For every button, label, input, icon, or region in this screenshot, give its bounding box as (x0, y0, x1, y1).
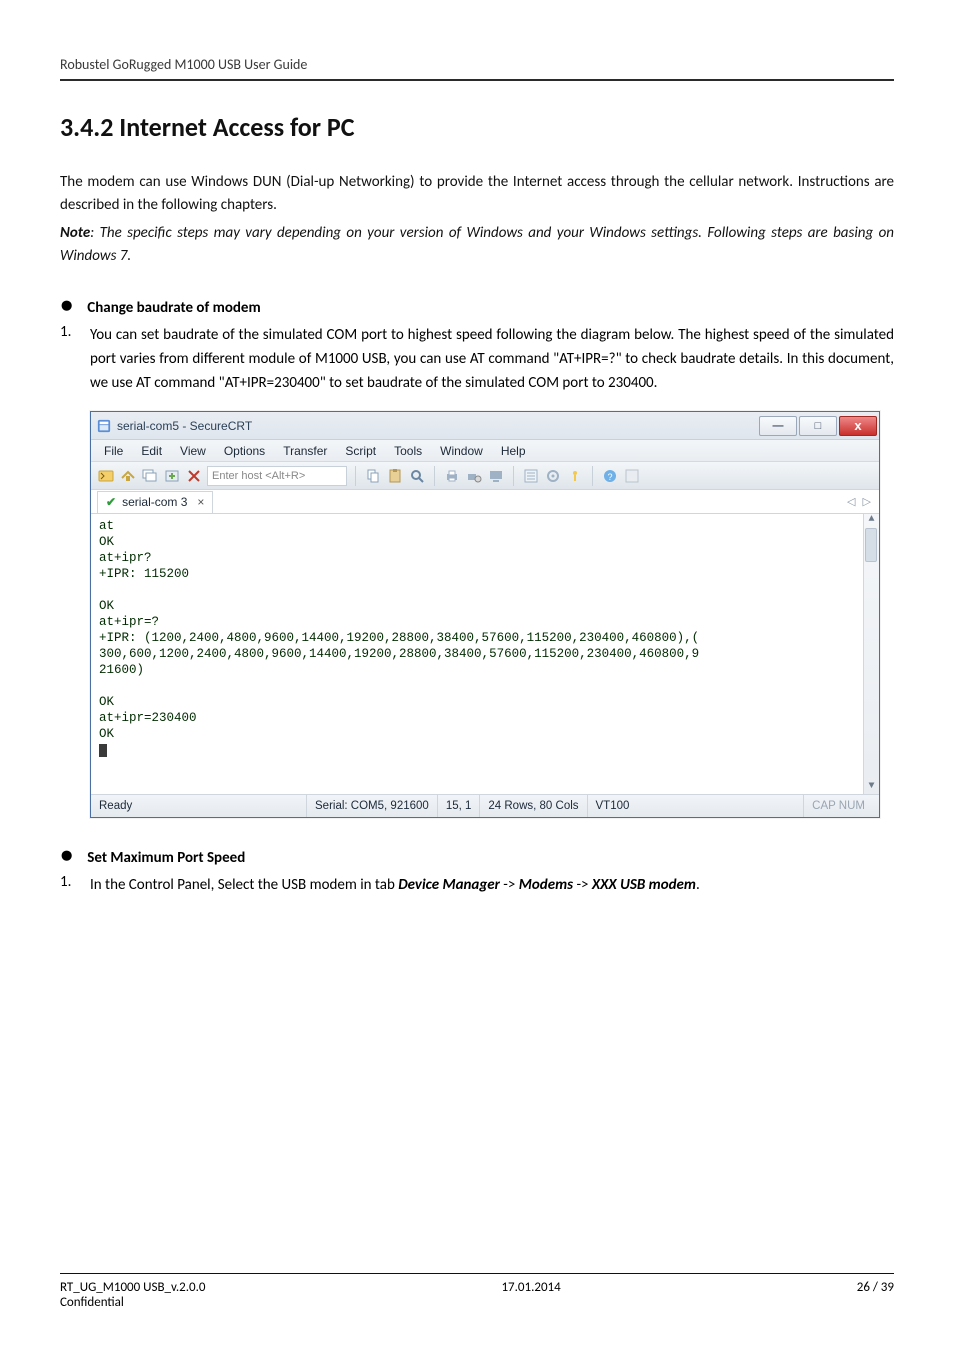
tab-row: ✔ serial-com 3 × ◁ ▷ (91, 490, 879, 514)
note-label: Note (60, 224, 90, 242)
section-heading: 3.4.2 Internet Access for PC (60, 111, 894, 143)
list-number: 1. (60, 873, 78, 891)
menu-tools[interactable]: Tools (385, 442, 431, 460)
scrollbar[interactable]: ▲ ▼ (863, 514, 879, 794)
status-indicators: CAP NUM (803, 795, 873, 817)
status-ready: Ready (97, 795, 140, 817)
menu-transfer[interactable]: Transfer (274, 442, 336, 460)
window-title: serial-com5 - SecureCRT (117, 419, 252, 433)
tab-label: serial-com 3 (122, 495, 187, 509)
toolbar-separator (513, 466, 514, 486)
menu-options[interactable]: Options (215, 442, 274, 460)
note-text: : The specific steps may vary depending … (60, 224, 894, 265)
footer-confidential: Confidential (60, 1295, 205, 1310)
scroll-thumb[interactable] (865, 528, 877, 562)
page-footer: RT_UG_M1000 USB_v.2.0.0 Confidential 17.… (60, 1273, 894, 1310)
close-button[interactable]: x (839, 416, 877, 436)
terminal-cursor (99, 744, 107, 757)
step-1-text: You can set baudrate of the simulated CO… (90, 323, 894, 395)
status-bar: Ready Serial: COM5, 921600 15, 1 24 Rows… (91, 795, 879, 817)
disconnect-icon[interactable] (185, 467, 203, 485)
print-screen-icon[interactable] (487, 467, 505, 485)
print-icon[interactable] (443, 467, 461, 485)
minimize-button[interactable]: — (759, 416, 797, 436)
toolbar: Enter host <Alt+R> ? (91, 462, 879, 490)
connect-icon[interactable] (119, 467, 137, 485)
toolbar-separator (592, 466, 593, 486)
menu-script[interactable]: Script (336, 442, 385, 460)
terminal-output[interactable]: at OK at+ipr? +IPR: 115200 OK at+ipr=? +… (91, 514, 879, 795)
list-number: 1. (60, 323, 78, 341)
note-paragraph: Note: The specific steps may vary depend… (60, 222, 894, 269)
about-icon[interactable] (623, 467, 641, 485)
app-icon (97, 419, 111, 433)
step2-period: . (696, 876, 700, 894)
tab-close-icon[interactable]: × (197, 495, 204, 509)
tab-scroll-arrows[interactable]: ◁ ▷ (847, 495, 873, 508)
scroll-down-icon[interactable]: ▼ (868, 781, 874, 794)
bullet-1-title: Change baudrate of modem (87, 299, 260, 317)
titlebar[interactable]: serial-com5 - SecureCRT — □ x (91, 412, 879, 440)
step2-arrow2: -> (573, 876, 592, 894)
step-2-text: In the Control Panel, Select the USB mod… (90, 873, 700, 897)
status-cursor: 15, 1 (437, 795, 480, 817)
new-session-icon[interactable] (163, 467, 181, 485)
step2-device-manager: Device Manager (398, 876, 500, 894)
settings-icon[interactable] (544, 467, 562, 485)
footer-page: 26 / 39 (857, 1280, 894, 1310)
menu-help[interactable]: Help (492, 442, 535, 460)
menu-file[interactable]: File (95, 442, 132, 460)
menu-window[interactable]: Window (431, 442, 492, 460)
scroll-up-icon[interactable]: ▲ (868, 514, 874, 527)
status-emulation: VT100 (587, 795, 638, 817)
step2-xxx-modem: XXX USB modem (592, 876, 696, 894)
session-tab[interactable]: ✔ serial-com 3 × (97, 491, 213, 513)
menu-view[interactable]: View (171, 442, 215, 460)
status-port: Serial: COM5, 921600 (306, 795, 437, 817)
bullet-icon: ● (60, 294, 73, 316)
menu-edit[interactable]: Edit (132, 442, 171, 460)
step2-pre: In the Control Panel, Select the USB mod… (90, 876, 398, 894)
toolbar-separator (434, 466, 435, 486)
step2-arrow1: -> (500, 876, 519, 894)
status-size: 24 Rows, 80 Cols (479, 795, 586, 817)
session-manager-icon[interactable] (141, 467, 159, 485)
step2-modems: Modems (519, 876, 573, 894)
quick-connect-icon[interactable] (97, 467, 115, 485)
svg-text:?: ? (607, 472, 612, 482)
securecrt-window: serial-com5 - SecureCRT — □ x File Edit … (90, 411, 880, 818)
bullet-2-title: Set Maximum Port Speed (87, 849, 245, 867)
running-header: Robustel GoRugged M1000 USB User Guide (60, 56, 894, 81)
bullet-icon: ● (60, 844, 73, 866)
host-input[interactable]: Enter host <Alt+R> (207, 466, 347, 486)
terminal-text: at OK at+ipr? +IPR: 115200 OK at+ipr=? +… (99, 519, 699, 741)
options-icon[interactable] (522, 467, 540, 485)
menu-bar: File Edit View Options Transfer Script T… (91, 440, 879, 462)
footer-doc-id: RT_UG_M1000 USB_v.2.0.0 (60, 1280, 205, 1295)
paste-icon[interactable] (386, 467, 404, 485)
help-icon[interactable]: ? (601, 467, 619, 485)
maximize-button[interactable]: □ (799, 416, 837, 436)
copy-icon[interactable] (364, 467, 382, 485)
toolbar-separator (355, 466, 356, 486)
intro-paragraph: The modem can use Windows DUN (Dial-up N… (60, 171, 894, 218)
find-icon[interactable] (408, 467, 426, 485)
footer-date: 17.01.2014 (501, 1280, 560, 1310)
tab-active-icon: ✔ (106, 495, 116, 509)
info-icon[interactable] (566, 467, 584, 485)
print-setup-icon[interactable] (465, 467, 483, 485)
